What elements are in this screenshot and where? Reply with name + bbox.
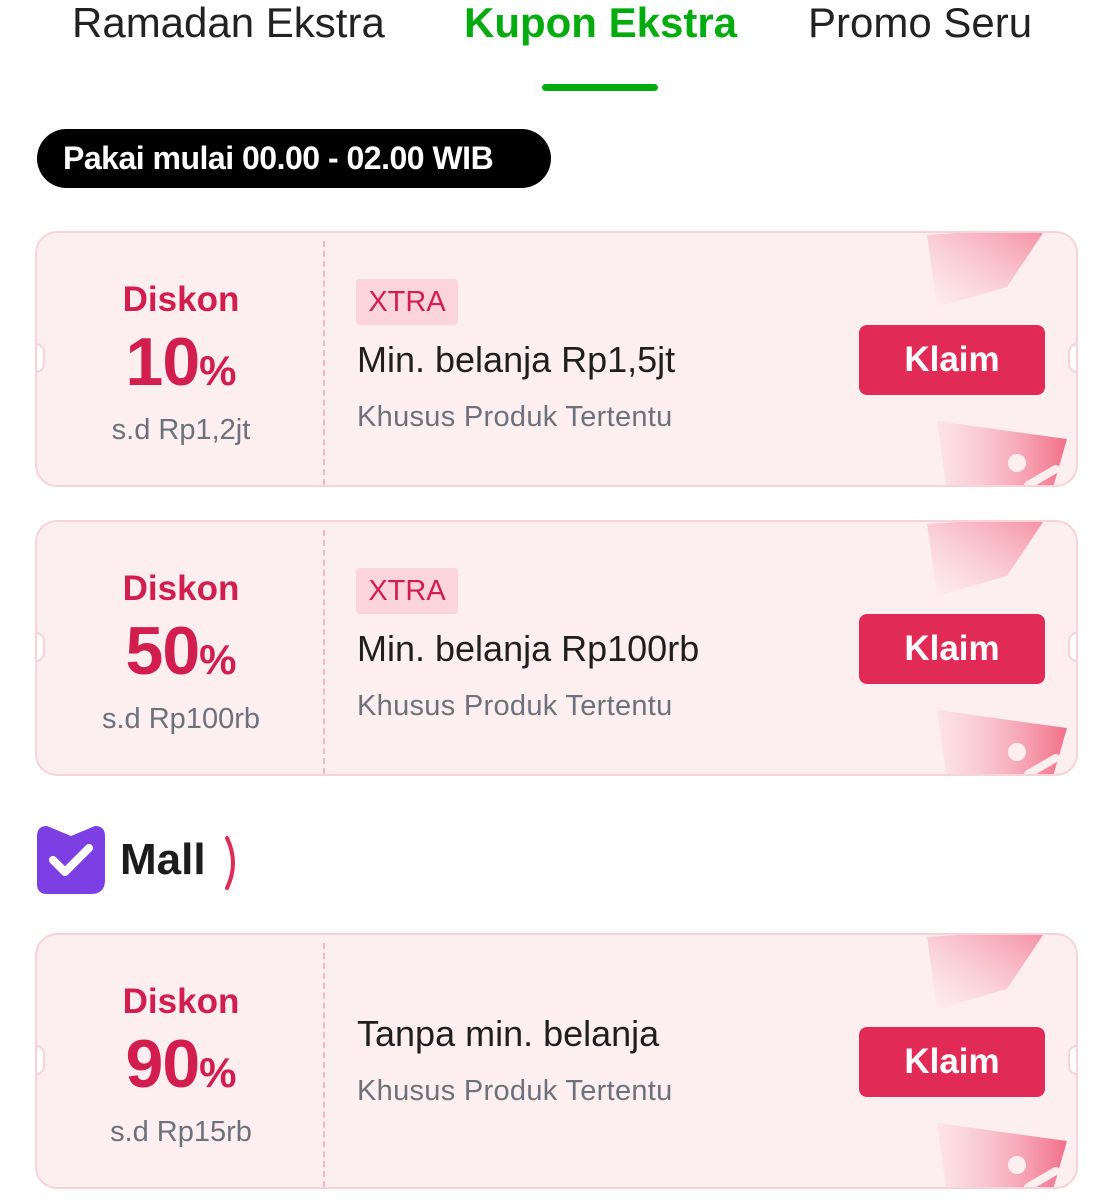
coupon-description: Khusus Produk Tertentu	[357, 1075, 673, 1107]
percent-symbol: %	[199, 636, 237, 683]
min-purchase: Min. belanja Rp1,5jt	[357, 339, 676, 380]
tab-ramadan-ekstra[interactable]: Ramadan Ekstra	[72, 0, 385, 46]
ticket-deco-icon	[937, 710, 1067, 774]
coupon-card: Diskon 50% s.d Rp100rb XTRA Min. belanja…	[35, 520, 1078, 776]
klaim-button[interactable]: Klaim	[859, 325, 1045, 395]
percent-value: 50	[125, 613, 201, 689]
active-tab-indicator	[542, 84, 658, 91]
mall-bracket-icon	[225, 836, 235, 890]
discount-block: Diskon 10% s.d Rp1,2jt	[37, 233, 325, 485]
discount-block: Diskon 90% s.d Rp15rb	[37, 935, 325, 1187]
ticket-deco-icon	[927, 522, 1043, 596]
ticket-deco-icon	[937, 1123, 1067, 1187]
mall-label: Mall	[120, 835, 206, 884]
discount-block: Diskon 50% s.d Rp100rb	[37, 522, 325, 774]
coupon-card: Diskon 90% s.d Rp15rb Tanpa min. belanja…	[35, 933, 1078, 1189]
min-purchase: Tanpa min. belanja	[357, 1013, 660, 1054]
coupon-notch	[1068, 1045, 1076, 1075]
coupon-description: Khusus Produk Tertentu	[357, 401, 673, 433]
coupon-description: Khusus Produk Tertentu	[357, 690, 673, 722]
tab-kupon-ekstra[interactable]: Kupon Ekstra	[464, 0, 737, 46]
diskon-label: Diskon	[122, 982, 240, 1021]
percent-symbol: %	[199, 347, 237, 394]
percent-value: 10	[125, 324, 201, 400]
max-discount: s.d Rp15rb	[110, 1116, 252, 1148]
ticket-deco-icon	[937, 421, 1067, 485]
klaim-button[interactable]: Klaim	[859, 614, 1045, 684]
min-purchase: Min. belanja Rp100rb	[357, 628, 700, 669]
tab-promo-seru[interactable]: Promo Seru	[808, 0, 1032, 46]
coupon-card: Diskon 10% s.d Rp1,2jt XTRA Min. belanja…	[35, 231, 1078, 487]
time-badge: Pakai mulai 00.00 - 02.00 WIB	[37, 129, 551, 188]
xtra-badge: XTRA	[356, 279, 458, 325]
percent-value: 90	[125, 1026, 201, 1102]
ticket-deco-icon	[927, 935, 1043, 1009]
percent-symbol: %	[199, 1049, 237, 1096]
ticket-deco-icon	[927, 233, 1043, 307]
max-discount: s.d Rp100rb	[102, 703, 260, 735]
coupon-notch	[1068, 632, 1076, 662]
discount-percent: 90%	[37, 1025, 325, 1122]
tab-bar: Ramadan Ekstra Kupon Ekstra Promo Seru	[0, 0, 1113, 100]
mall-check-icon	[37, 826, 105, 894]
diskon-label: Diskon	[122, 280, 240, 319]
coupon-notch	[1068, 343, 1076, 373]
max-discount: s.d Rp1,2jt	[111, 414, 251, 446]
xtra-badge: XTRA	[356, 568, 458, 614]
diskon-label: Diskon	[122, 569, 240, 608]
klaim-button[interactable]: Klaim	[859, 1027, 1045, 1097]
discount-percent: 10%	[37, 323, 325, 420]
discount-percent: 50%	[37, 612, 325, 709]
